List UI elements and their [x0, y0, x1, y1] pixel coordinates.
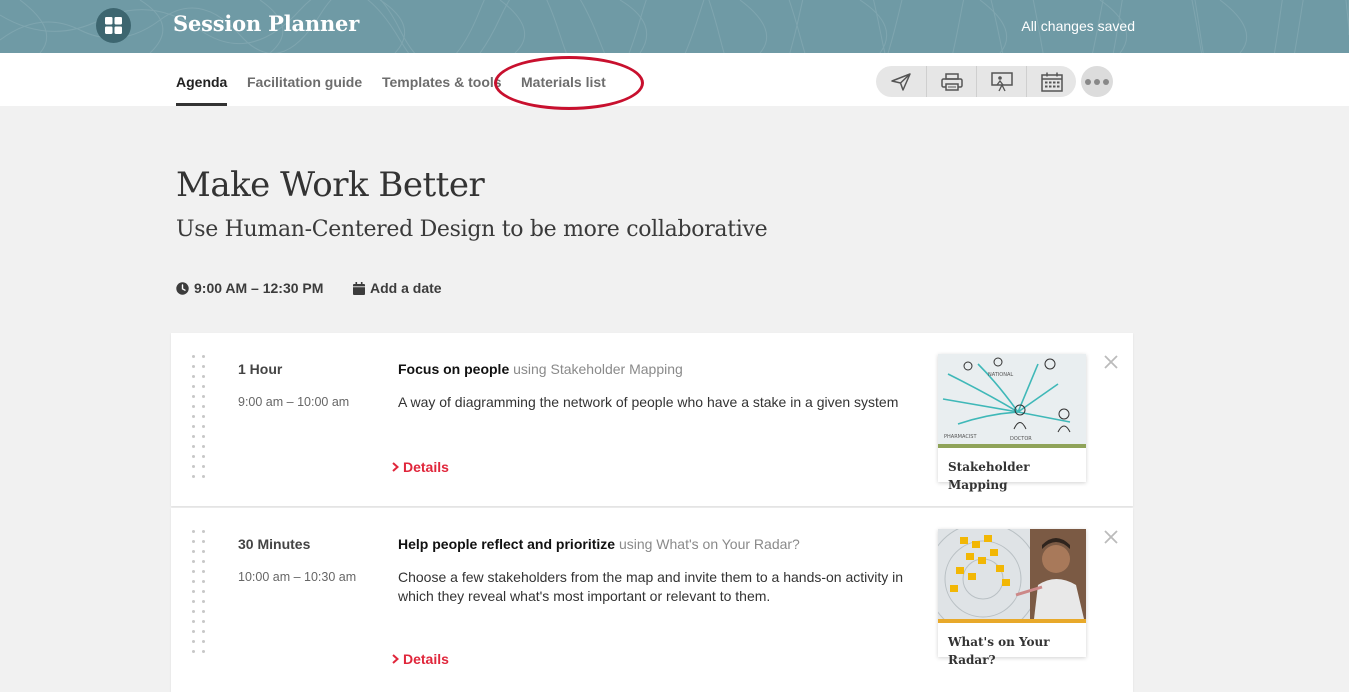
session-time-range: 9:00 AM – 12:30 PM — [194, 280, 324, 296]
details-label: Details — [403, 651, 449, 667]
method-card-whats-on-your-radar[interactable]: What's on Your Radar? — [938, 529, 1086, 667]
add-date-button[interactable]: Add a date — [353, 280, 442, 296]
send-icon — [891, 72, 911, 91]
tab-bar: Agenda Facilitation guide Templates & to… — [0, 53, 1349, 106]
svg-text:PHARMACIST: PHARMACIST — [944, 434, 977, 440]
agenda-item: 1 Hour 9:00 am – 10:00 am Focus on peopl… — [171, 333, 1133, 506]
calendar-button[interactable] — [1026, 66, 1076, 97]
item-method-ref: using What's on Your Radar? — [618, 536, 800, 552]
svg-text:DOCTOR: DOCTOR — [1010, 436, 1032, 442]
remove-item-close-icon[interactable] — [1103, 529, 1119, 545]
print-icon — [940, 72, 963, 91]
remove-item-close-icon[interactable] — [1103, 354, 1119, 370]
tab-templates-tools[interactable]: Templates & tools — [382, 74, 502, 90]
item-goal-text: Help people reflect and prioritize — [398, 536, 616, 552]
session-subtitle: Use Human-Centered Design to be more col… — [176, 217, 768, 242]
svg-text:NATIONAL: NATIONAL — [988, 372, 1013, 378]
session-time: 9:00 AM – 12:30 PM — [176, 280, 323, 296]
details-link[interactable]: Details — [392, 651, 449, 667]
method-image — [938, 529, 1086, 619]
session-title: Make Work Better — [176, 165, 485, 205]
tab-materials-list[interactable]: Materials list — [521, 74, 606, 90]
calendar-small-icon — [353, 281, 365, 295]
toolbar — [876, 66, 1076, 97]
tab-agenda[interactable]: Agenda — [176, 74, 227, 90]
item-time-range: 9:00 am – 10:00 am — [238, 395, 350, 409]
chevron-right-icon — [392, 462, 399, 472]
app-menu-button[interactable] — [96, 8, 131, 43]
item-description: Choose a few stakeholders from the map a… — [398, 569, 904, 604]
active-tab-indicator — [176, 103, 227, 106]
details-label: Details — [403, 459, 449, 475]
method-card-stakeholder-mapping[interactable]: PHARMACIST DOCTOR NATIONAL Stakeholder Map… — [938, 354, 1086, 492]
agenda-list: 1 Hour 9:00 am – 10:00 am Focus on peopl… — [171, 333, 1133, 692]
item-goal: Help people reflect and prioritize using… — [398, 536, 800, 552]
app-title: Session Planner — [173, 11, 360, 36]
agenda-item: 30 Minutes 10:00 am – 10:30 am Help peop… — [171, 508, 1133, 692]
print-button[interactable] — [926, 66, 976, 97]
item-method-ref: using Stakeholder Mapping — [513, 361, 683, 377]
item-time-range: 10:00 am – 10:30 am — [238, 570, 357, 584]
item-description: A way of diagramming the network of peop… — [398, 394, 899, 410]
item-duration: 30 Minutes — [238, 536, 311, 552]
chevron-right-icon — [392, 654, 399, 664]
calendar-icon — [1040, 72, 1063, 92]
present-icon — [990, 71, 1013, 91]
app-header: Session Planner All changes saved — [0, 0, 1349, 53]
details-link[interactable]: Details — [392, 459, 449, 475]
radar-activity-thumbnail — [938, 529, 1086, 619]
grid-icon — [105, 17, 122, 34]
method-name: What's on Your Radar? — [948, 635, 1050, 667]
item-goal-text: Focus on people — [398, 361, 510, 377]
drag-handle[interactable] — [192, 530, 206, 653]
clock-icon — [176, 281, 189, 295]
drag-handle[interactable] — [192, 355, 206, 478]
item-goal: Focus on people using Stakeholder Mappin… — [398, 361, 683, 377]
present-button[interactable] — [976, 66, 1026, 97]
save-status: All changes saved — [1021, 18, 1135, 34]
stakeholder-map-thumbnail: PHARMACIST DOCTOR NATIONAL — [938, 354, 1086, 444]
add-date-label: Add a date — [370, 280, 442, 296]
item-duration: 1 Hour — [238, 361, 283, 377]
more-options-button[interactable] — [1081, 66, 1113, 97]
tab-facilitation-guide[interactable]: Facilitation guide — [247, 74, 362, 90]
more-icon — [1085, 78, 1091, 85]
send-button[interactable] — [876, 66, 926, 97]
method-image: PHARMACIST DOCTOR NATIONAL — [938, 354, 1086, 444]
method-name: Stakeholder Mapping — [948, 460, 1030, 492]
